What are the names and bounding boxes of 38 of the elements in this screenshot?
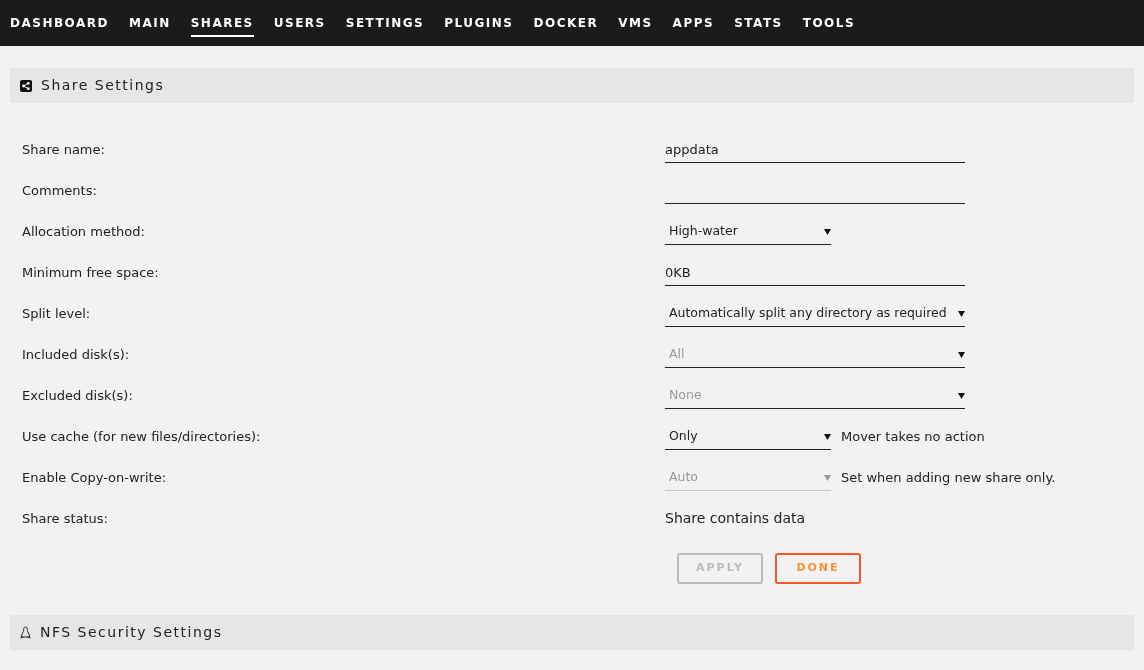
field-label: Split level:: [21, 304, 92, 323]
caret-icon: [824, 432, 831, 440]
hint-text: Mover takes no action: [841, 427, 985, 446]
field-label: Minimum free space:: [21, 263, 160, 282]
section-title: NFS Security Settings: [40, 623, 223, 642]
nav-tab[interactable]: DOCKER: [533, 9, 599, 37]
field-label: Use cache (for new files/directories):: [21, 427, 262, 446]
caret-icon: [824, 227, 831, 235]
status-text: Share contains data: [665, 509, 806, 528]
field-label: Included disk(s):: [21, 345, 131, 364]
text-field[interactable]: appdata: [665, 136, 965, 163]
caret-icon: [958, 350, 965, 358]
dropdown[interactable]: Automatically split any directory as required: [665, 300, 965, 327]
caret-icon: [824, 473, 831, 481]
field-label: Share name:: [21, 140, 106, 159]
nav-tab[interactable]: SETTINGS: [345, 9, 425, 37]
section-title: Share Settings: [41, 76, 165, 95]
text-field[interactable]: 0KB: [665, 259, 965, 286]
dropdown[interactable]: Only: [665, 423, 831, 450]
field-label: Enable Copy-on-write:: [21, 468, 168, 487]
field-label: Comments:: [21, 181, 98, 200]
share-icon: [20, 79, 32, 92]
nav-tab[interactable]: SHARES: [190, 9, 254, 37]
dropdown[interactable]: High-water: [665, 218, 831, 245]
nav-tab[interactable]: STATS: [734, 9, 783, 37]
nav-tab[interactable]: PLUGINS: [444, 9, 514, 37]
field-label: Allocation method:: [21, 222, 146, 241]
nav-tab[interactable]: VMS: [618, 9, 653, 37]
nav-tab[interactable]: USERS: [273, 9, 326, 37]
field-label: Excluded disk(s):: [21, 386, 134, 405]
nav-tab[interactable]: TOOLS: [802, 9, 856, 37]
hint-text: Set when adding new share only.: [841, 468, 1056, 487]
nav-tab[interactable]: DASHBOARD: [10, 9, 109, 37]
field-label: Share status:: [21, 509, 109, 528]
nav-tab[interactable]: MAIN: [128, 9, 171, 37]
caret-icon: [958, 391, 965, 399]
caret-icon: [958, 309, 965, 317]
nav-tab[interactable]: APPS: [672, 9, 715, 37]
